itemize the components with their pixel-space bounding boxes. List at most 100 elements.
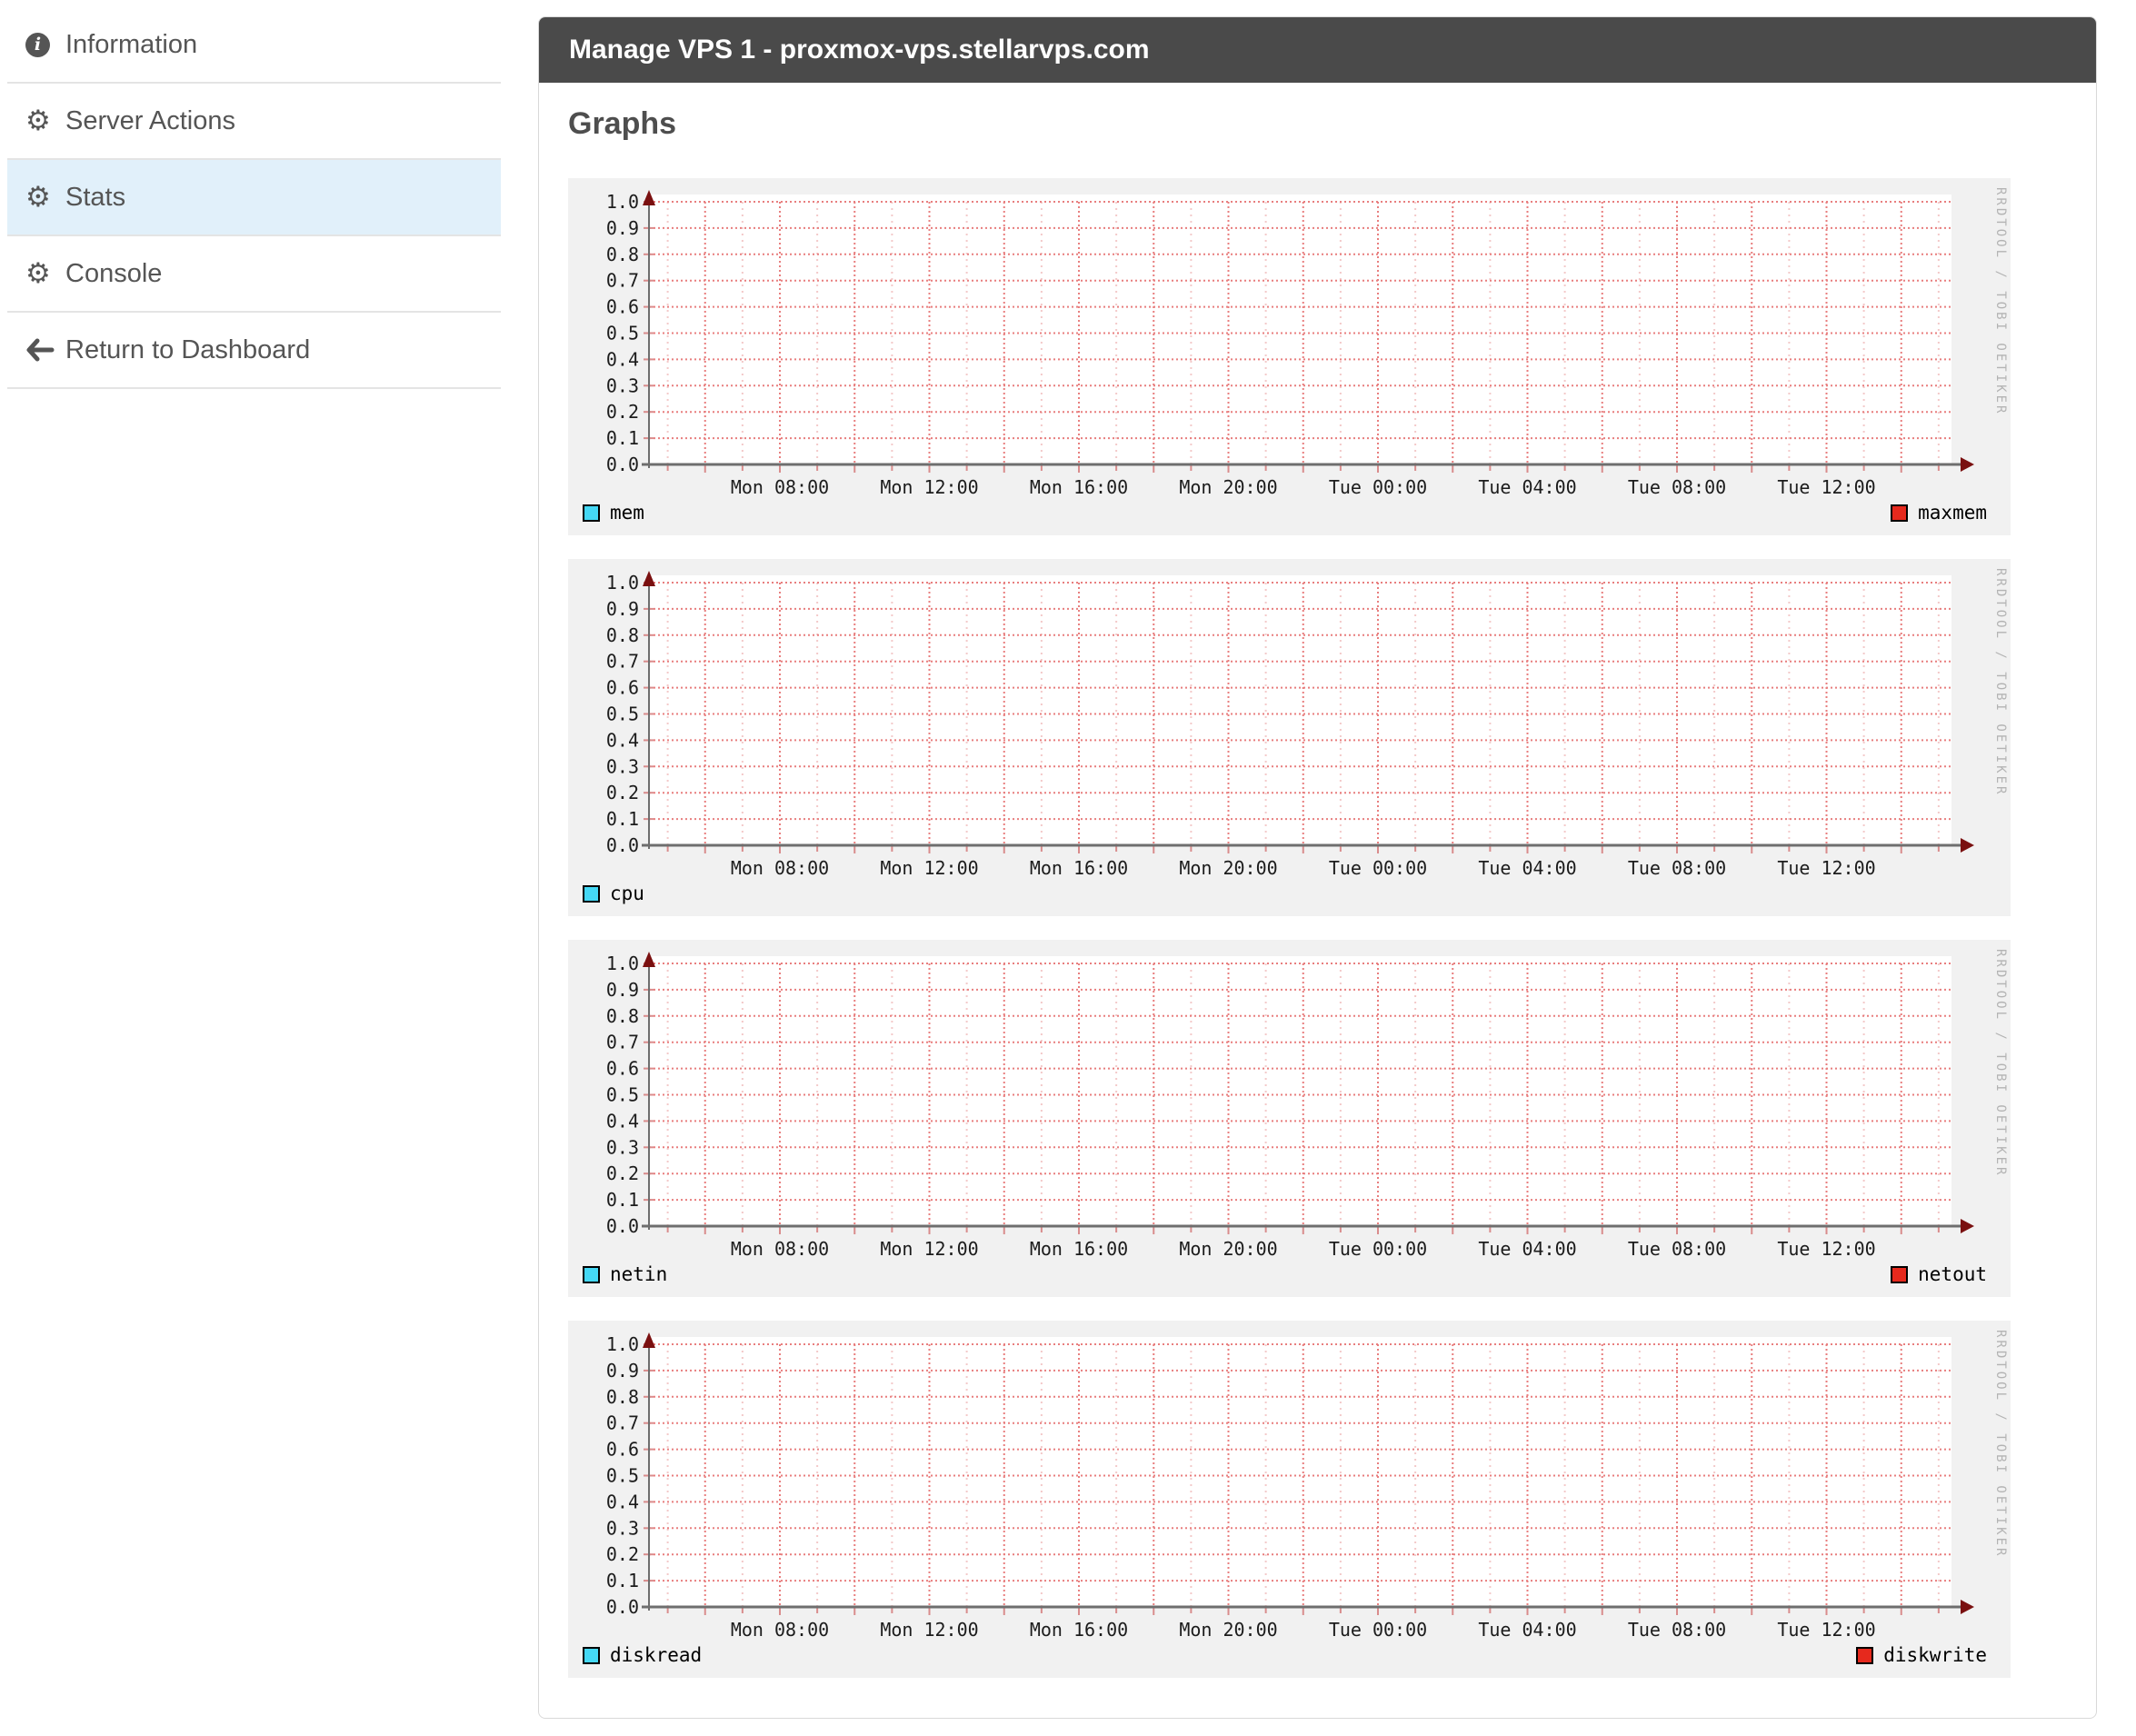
y-tick-label: 0.9: [606, 217, 639, 239]
sidebar-item-label: Server Actions: [65, 105, 235, 135]
x-tick-label: Mon 20:00: [1179, 476, 1277, 498]
x-tick-label: Tue 08:00: [1628, 1619, 1726, 1641]
x-tick-label: Tue 08:00: [1628, 1238, 1726, 1260]
y-tick-label: 0.3: [606, 1136, 639, 1158]
y-tick-label: 0.9: [606, 979, 639, 1001]
y-tick-label: 0.5: [606, 323, 639, 344]
y-tick-label: 0.2: [606, 401, 639, 423]
gear-icon: ⚙: [25, 256, 65, 290]
legend-label: diskread: [610, 1644, 703, 1666]
y-tick-label: 1.0: [606, 1333, 639, 1355]
legend-swatch: [1891, 504, 1909, 522]
x-tick-label: Mon 16:00: [1030, 857, 1128, 879]
graph-legend-diskread: diskread: [583, 1644, 702, 1666]
graph-disk: 0.0 0.1 0.2 0.3 0.4 0.5 0.6 0.7 0.8 0.9 1.0 Mon 08:…: [568, 1321, 2011, 1678]
x-tick-label: Mon 08:00: [731, 857, 829, 879]
y-tick-label: 0.9: [606, 1360, 639, 1382]
panel-body: Graphs 0.0 0.1 0.2 0.3 0.4 0.5 0.6 0.7 0.8 0.9 1.0…: [539, 83, 2096, 1718]
y-tick-label: 0.7: [606, 651, 639, 673]
rrdtool-watermark: RRDTOOL / TOBI OETIKER: [1993, 568, 2008, 796]
x-tick-label: Mon 08:00: [731, 1619, 829, 1641]
legend-label: maxmem: [1918, 502, 1987, 524]
y-tick-label: 0.9: [606, 598, 639, 620]
y-tick-label: 0.0: [606, 1596, 639, 1618]
y-tick-label: 0.6: [606, 677, 639, 699]
x-tick-label: Tue 00:00: [1329, 1238, 1427, 1260]
y-tick-label: 0.4: [606, 729, 639, 751]
x-tick-label: Tue 04:00: [1478, 857, 1576, 879]
x-tick-label: Mon 12:00: [880, 1619, 978, 1641]
y-tick-label: 0.4: [606, 1491, 639, 1512]
x-tick-label: Tue 00:00: [1329, 476, 1427, 498]
sidebar-item-server-actions[interactable]: ⚙ Server Actions: [7, 84, 501, 160]
gear-glyph: ⚙: [25, 180, 51, 214]
rrdtool-watermark: RRDTOOL / TOBI OETIKER: [1993, 187, 2008, 415]
graph-legend-netin: netin: [583, 1263, 667, 1285]
x-tick-label: Mon 20:00: [1179, 1238, 1277, 1260]
y-tick-label: 0.4: [606, 348, 639, 370]
x-tick-label: Tue 12:00: [1777, 1238, 1875, 1260]
y-tick-label: 0.8: [606, 1386, 639, 1408]
graph-legend-diskwrite: diskwrite: [1856, 1644, 1987, 1666]
graph-legend-netout: netout: [1891, 1263, 1987, 1285]
x-tick-label: Mon 08:00: [731, 1238, 829, 1260]
graphs-heading: Graphs: [568, 106, 677, 141]
sidebar-item-label: Console: [65, 258, 163, 288]
y-tick-label: 0.8: [606, 1005, 639, 1027]
y-tick-label: 0.2: [606, 1162, 639, 1184]
panel-header: Manage VPS 1 - proxmox-vps.stellarvps.co…: [539, 17, 2096, 83]
y-tick-label: 0.6: [606, 1439, 639, 1461]
rrd-chart-svg: 0.0 0.1 0.2 0.3 0.4 0.5 0.6 0.7 0.8 0.9 1.0 Mon 08:…: [568, 1321, 2011, 1678]
sidebar-item-information[interactable]: i Information: [7, 7, 501, 84]
y-tick-label: 0.5: [606, 1465, 639, 1487]
sidebar-item-return-to-dashboard[interactable]: Return to Dashboard: [7, 313, 501, 389]
y-tick-label: 0.7: [606, 1412, 639, 1434]
arrow-left-glyph: [26, 338, 55, 362]
x-tick-label: Tue 04:00: [1478, 476, 1576, 498]
rrd-chart-svg: 0.0 0.1 0.2 0.3 0.4 0.5 0.6 0.7 0.8 0.9 1.0 Mon 08:…: [568, 940, 2011, 1297]
x-tick-label: Mon 12:00: [880, 857, 978, 879]
gear-icon: ⚙: [25, 104, 65, 137]
y-tick-label: 0.4: [606, 1110, 639, 1132]
x-tick-label: Mon 12:00: [880, 1238, 978, 1260]
x-tick-label: Tue 04:00: [1478, 1238, 1576, 1260]
x-tick-label: Mon 16:00: [1030, 1619, 1128, 1641]
x-tick-label: Tue 12:00: [1777, 857, 1875, 879]
x-tick-label: Tue 00:00: [1329, 1619, 1427, 1641]
y-tick-label: 0.7: [606, 1032, 639, 1053]
y-tick-label: 1.0: [606, 572, 639, 594]
sidebar: i Information ⚙ Server Actions ⚙ Stats ⚙ Consol…: [7, 7, 501, 389]
legend-label: netin: [610, 1263, 668, 1285]
y-tick-label: 0.6: [606, 1058, 639, 1080]
x-tick-label: Mon 20:00: [1179, 857, 1277, 879]
graphs-section: 0.0 0.1 0.2 0.3 0.4 0.5 0.6 0.7 0.8 0.9 1.0 Mon 08:…: [568, 178, 2065, 1678]
gear-glyph: ⚙: [25, 256, 51, 290]
legend-swatch: [1891, 1265, 1909, 1283]
rrd-chart-svg: 0.0 0.1 0.2 0.3 0.4 0.5 0.6 0.7 0.8 0.9 1.0 Mon 08:…: [568, 559, 2011, 916]
graph-legend-cpu: cpu: [583, 883, 644, 904]
x-tick-label: Tue 12:00: [1777, 476, 1875, 498]
y-tick-label: 0.5: [606, 703, 639, 725]
main-panel: Manage VPS 1 - proxmox-vps.stellarvps.co…: [538, 16, 2097, 1719]
x-tick-label: Tue 12:00: [1777, 1619, 1875, 1641]
rrdtool-watermark: RRDTOOL / TOBI OETIKER: [1993, 949, 2008, 1177]
legend-swatch: [583, 1646, 600, 1664]
gear-glyph: ⚙: [25, 104, 51, 137]
y-tick-label: 0.6: [606, 296, 639, 318]
sidebar-item-label: Return to Dashboard: [65, 334, 311, 364]
legend-label: netout: [1918, 1263, 1987, 1285]
y-tick-label: 0.3: [606, 1517, 639, 1539]
rrdtool-watermark: RRDTOOL / TOBI OETIKER: [1993, 1330, 2008, 1558]
sidebar-item-console[interactable]: ⚙ Console: [7, 236, 501, 313]
y-tick-label: 0.7: [606, 270, 639, 292]
x-tick-label: Mon 16:00: [1030, 476, 1128, 498]
x-tick-label: Tue 00:00: [1329, 857, 1427, 879]
info-circle-icon: i: [25, 32, 65, 57]
y-tick-label: 0.2: [606, 782, 639, 803]
sidebar-item-stats[interactable]: ⚙ Stats: [7, 160, 501, 236]
y-tick-label: 0.0: [606, 1215, 639, 1237]
y-tick-label: 0.0: [606, 834, 639, 856]
arrow-left-icon: [25, 338, 65, 362]
graph-net: 0.0 0.1 0.2 0.3 0.4 0.5 0.6 0.7 0.8 0.9 1.0 Mon 08:…: [568, 940, 2011, 1297]
y-tick-label: 0.8: [606, 244, 639, 265]
